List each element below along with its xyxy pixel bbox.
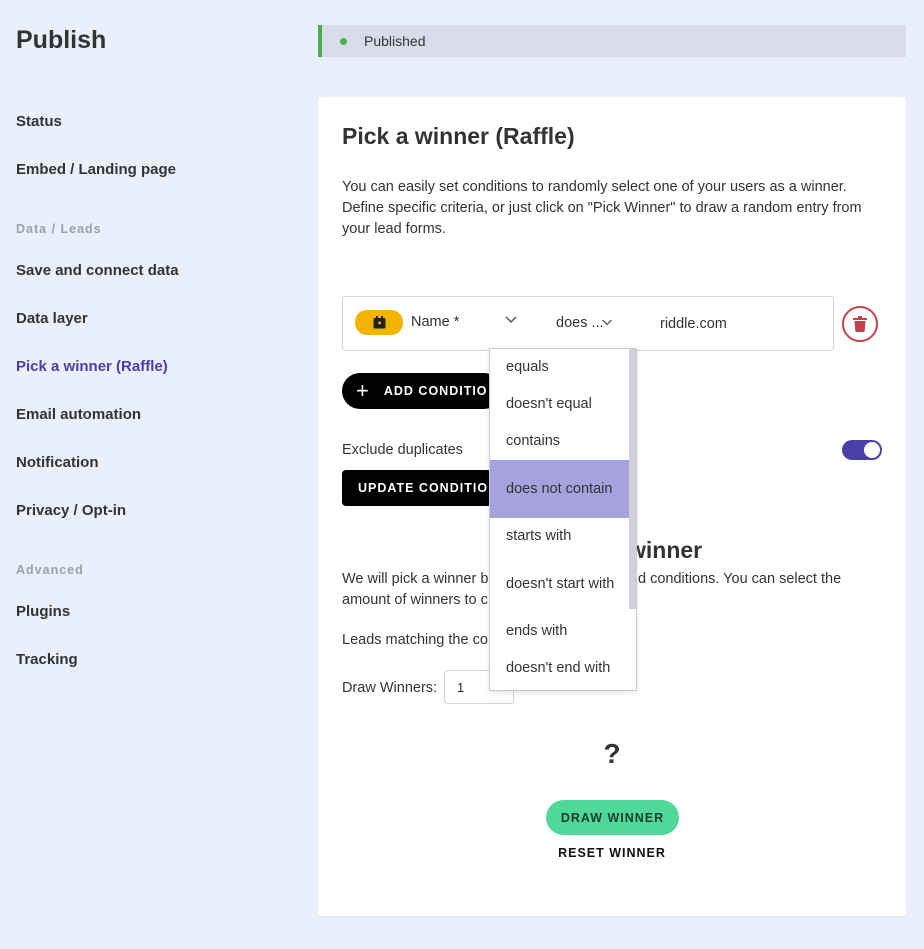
exclude-duplicates-label: Exclude duplicates (342, 442, 463, 458)
winner-description-part: d conditions. You can select the (638, 571, 842, 587)
dropdown-scrollbar[interactable] (629, 349, 636, 609)
dropdown-option[interactable]: starts with (490, 526, 631, 547)
sidebar-item-embed[interactable]: Embed / Landing page (16, 161, 176, 178)
sidebar-section-data: Data / Leads (16, 222, 102, 236)
sidebar-item-plugins[interactable]: Plugins (16, 603, 70, 620)
dropdown-option[interactable]: doesn't start with (490, 563, 631, 605)
sidebar-item-notification[interactable]: Notification (16, 454, 99, 471)
raffle-description: You can easily set conditions to randoml… (342, 179, 862, 237)
dropdown-option[interactable]: doesn't end with (490, 658, 631, 679)
update-conditions-button[interactable]: UPDATE CONDITIO (342, 470, 492, 506)
dropdown-option[interactable]: contains (490, 431, 631, 452)
add-condition-label: ADD CONDITIO (383, 384, 488, 398)
draw-winners-value: 1 (457, 679, 465, 695)
sidebar-item-data-layer[interactable]: Data layer (16, 310, 88, 327)
operator-dropdown: equals doesn't equal contains does not c… (489, 348, 637, 691)
page-title: Pick a winner (Raffle) (342, 123, 575, 149)
toggle-knob (864, 442, 880, 458)
winner-description-part: We will pick a winner b (342, 571, 489, 587)
sidebar-item-pick-winner[interactable]: Pick a winner (Raffle) (16, 358, 168, 375)
winner-result: ? (603, 738, 621, 769)
calendar-icon (373, 316, 385, 329)
sidebar-section-advanced: Advanced (16, 563, 84, 577)
field-type-chip[interactable] (355, 310, 403, 335)
dropdown-option[interactable]: ends with (490, 621, 631, 642)
status-dot-icon (340, 37, 347, 45)
sidebar-title: Publish (16, 26, 107, 54)
dropdown-option[interactable]: doesn't equal (490, 394, 631, 415)
condition-operator[interactable]: does ... (556, 315, 604, 331)
condition-field[interactable]: Name * (411, 314, 459, 330)
chevron-down-icon[interactable] (504, 312, 518, 326)
sidebar-item-tracking[interactable]: Tracking (16, 651, 78, 668)
trash-icon (853, 316, 867, 332)
chevron-down-icon[interactable] (601, 316, 613, 328)
reset-winner-button[interactable]: RESET WINNER (318, 846, 906, 860)
dropdown-option-selected[interactable]: does not contain (490, 460, 631, 518)
sidebar-item-privacy[interactable]: Privacy / Opt-in (16, 502, 126, 519)
dropdown-option[interactable]: equals (490, 357, 631, 378)
leads-matching-label: Leads matching the co (342, 632, 488, 648)
status-text: Published (364, 33, 426, 49)
sidebar-item-save-connect[interactable]: Save and connect data (16, 262, 179, 279)
draw-winner-button[interactable]: DRAW WINNER (546, 800, 679, 835)
condition-value[interactable]: riddle.com (660, 316, 727, 332)
add-condition-button[interactable]: + ADD CONDITIO (342, 373, 502, 409)
sidebar-item-status[interactable]: Status (16, 113, 62, 130)
draw-winners-label: Draw Winners: (342, 680, 438, 696)
condition-row: Name * does ... riddle.com (342, 296, 834, 351)
sidebar: Publish Status Embed / Landing page Data… (0, 0, 300, 949)
delete-condition-button[interactable] (842, 306, 878, 342)
winner-description-part: amount of winners to c (342, 592, 488, 608)
sidebar-item-email-automation[interactable]: Email automation (16, 406, 141, 423)
status-bar: Published (318, 25, 906, 57)
plus-icon: + (356, 378, 370, 403)
winner-heading: winner (628, 537, 703, 563)
exclude-duplicates-toggle[interactable] (842, 440, 882, 460)
